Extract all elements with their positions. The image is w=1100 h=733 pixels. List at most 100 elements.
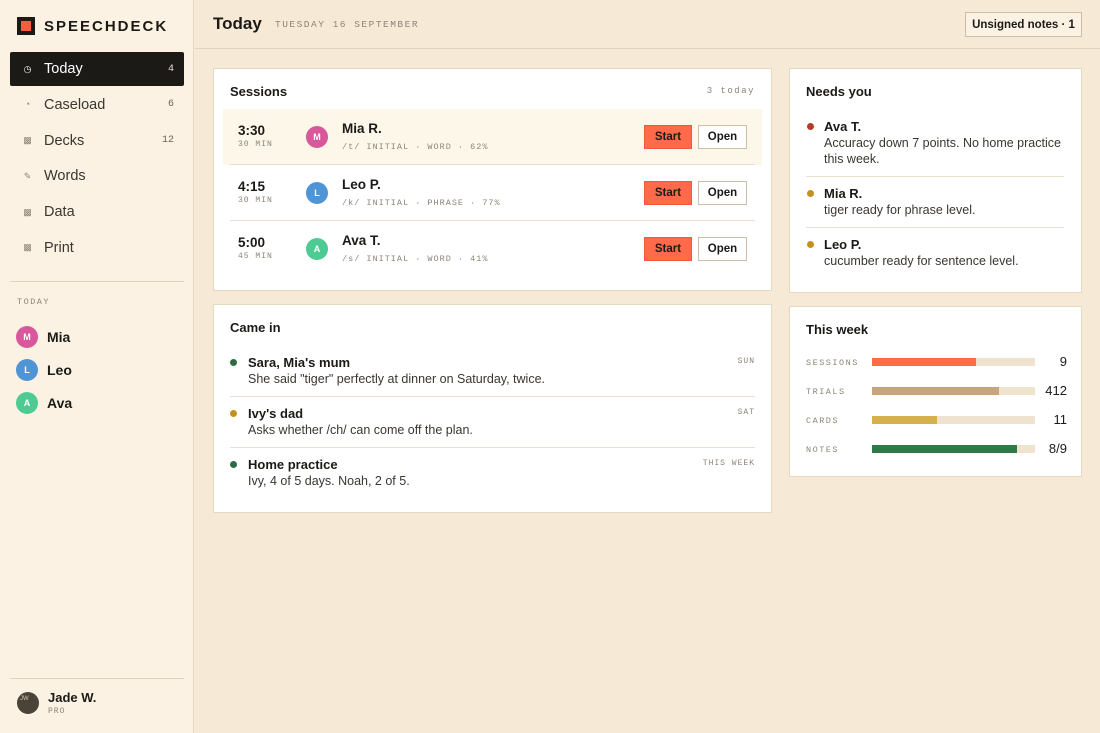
start-button[interactable]: Start (644, 125, 692, 149)
message-when: THIS WEEK (702, 459, 755, 468)
stat-value: 9 (1059, 354, 1067, 369)
message-text: Asks whether /ch/ can come off the plan. (248, 423, 473, 437)
came-in-card: Came in Sara, Mia's mum She said "tiger"… (213, 304, 772, 513)
sidebar-item-label: Caseload (44, 96, 106, 113)
sidebar-item-decks[interactable]: ▩ Decks 12 (10, 124, 184, 158)
session-row[interactable]: 4:15 30 MIN L Leo P. /k/ INITIAL · PHRAS… (223, 165, 762, 221)
message-when: SAT (737, 408, 755, 417)
sidebar-item-count: 6 (167, 99, 174, 111)
session-client-name: Leo P. (342, 177, 381, 192)
session-duration: 30 MIN (238, 140, 273, 149)
today-client-list: M Mia L Leo A Ava (16, 320, 72, 419)
row-divider (230, 396, 755, 397)
stat-label: TRIALS (806, 387, 846, 397)
session-detail: /t/ INITIAL · WORD · 62% (342, 142, 489, 152)
session-duration: 30 MIN (238, 196, 273, 205)
open-button[interactable]: Open (698, 181, 747, 205)
sidebar-item-words[interactable]: ✎ Words (10, 159, 184, 193)
pie-icon: ◔ (24, 99, 31, 110)
sidebar-divider (10, 678, 184, 679)
user-name: Jade W. (48, 690, 97, 705)
session-row[interactable]: 3:30 30 MIN M Mia R. /t/ INITIAL · WORD … (223, 109, 762, 165)
square-icon: ▩ (23, 242, 32, 253)
sidebar-item-today[interactable]: ◷ Today 4 (10, 52, 184, 86)
brand-logo-icon (17, 17, 35, 35)
sidebar-item-count: 4 (167, 63, 174, 75)
avatar: L (306, 182, 328, 204)
avatar: M (306, 126, 328, 148)
session-time: 4:15 (238, 179, 266, 194)
status-dot (230, 410, 237, 417)
row-divider (230, 447, 755, 448)
open-button[interactable]: Open (698, 237, 747, 261)
message-from: Home practice (248, 457, 338, 472)
unsigned-notes-button[interactable]: Unsigned notes · 1 (965, 12, 1082, 37)
clock-icon: ◷ (23, 63, 32, 74)
page-date: TUESDAY 16 SEPTEMBER (275, 19, 420, 30)
needs-text: cucumber ready for sentence level. (824, 254, 1019, 268)
sessions-title: Sessions (230, 84, 288, 99)
page-title: Today (213, 14, 262, 33)
stat-bar (872, 387, 1035, 395)
session-detail: /s/ INITIAL · WORD · 41% (342, 254, 489, 264)
brand-name: SPEECHDECK (44, 17, 169, 35)
stat-bar-fill (872, 416, 938, 424)
status-dot (807, 190, 814, 197)
stat-bar (872, 416, 1035, 424)
sidebar: SPEECHDECK ◷ Today 4 ◔ Caseload 6 ▩ Deck… (0, 0, 194, 733)
stat-bar-fill (872, 445, 1018, 453)
stat-bar (872, 445, 1035, 453)
stat-label: SESSIONS (806, 358, 859, 368)
this-week-title: This week (806, 322, 869, 337)
client-name: Ava (47, 394, 73, 411)
today-client-ava[interactable]: A Ava (16, 386, 72, 419)
today-client-mia[interactable]: M Mia (16, 320, 72, 353)
message-item[interactable]: Sara, Mia's mum She said "tiger" perfect… (230, 353, 755, 393)
user-role: PRO (48, 707, 66, 716)
status-dot (807, 123, 814, 130)
sidebar-item-label: Words (44, 168, 86, 185)
this-week-card: This week SESSIONS 9 TRIALS 412 CARDS 11… (789, 306, 1082, 477)
message-from: Sara, Mia's mum (248, 355, 351, 370)
sidebar-item-data[interactable]: ▩ Data (10, 195, 184, 229)
avatar: L (16, 358, 38, 381)
sidebar-item-label: Data (44, 204, 75, 221)
start-button[interactable]: Start (644, 181, 692, 205)
stat-label: CARDS (806, 416, 840, 426)
stat-bar (872, 358, 1035, 366)
session-detail: /k/ INITIAL · PHRASE · 77% (342, 198, 501, 208)
sessions-count: 3 today (706, 86, 755, 96)
sidebar-item-print[interactable]: ▩ Print (10, 231, 184, 265)
avatar: A (306, 238, 328, 260)
message-when: SUN (737, 357, 755, 366)
message-from: Ivy's dad (248, 406, 304, 421)
message-text: Ivy, 4 of 5 days. Noah, 2 of 5. (248, 474, 410, 488)
today-client-leo[interactable]: L Leo (16, 353, 72, 386)
came-in-title: Came in (230, 320, 281, 335)
stat-label: NOTES (806, 445, 840, 455)
client-name: Mia (47, 328, 71, 345)
sessions-card: Sessions 3 today 3:30 30 MIN M Mia R. /t… (213, 68, 772, 291)
status-dot (807, 241, 814, 248)
message-item[interactable]: Ivy's dad Asks whether /ch/ can come off… (230, 404, 755, 444)
session-row[interactable]: 5:00 45 MIN A Ava T. /s/ INITIAL · WORD … (223, 221, 762, 277)
user-profile[interactable]: JW Jade W. PRO (17, 690, 96, 716)
start-button[interactable]: Start (644, 237, 692, 261)
open-button[interactable]: Open (698, 125, 747, 149)
session-client-name: Mia R. (342, 121, 382, 136)
stat-value: 412 (1045, 383, 1067, 398)
sidebar-item-label: Today (44, 61, 83, 77)
needs-you-card: Needs you Ava T. Accuracy down 7 points.… (789, 68, 1082, 293)
sidebar-item-label: Decks (44, 132, 85, 149)
sidebar-item-label: Print (44, 239, 74, 256)
message-item[interactable]: Home practice Ivy, 4 of 5 days. Noah, 2 … (230, 455, 755, 495)
square-icon: ▩ (23, 135, 32, 146)
sidebar-divider (10, 281, 184, 282)
needs-name: Leo P. (824, 237, 862, 252)
session-duration: 45 MIN (238, 252, 273, 261)
session-time: 5:00 (238, 235, 266, 250)
message-text: She said "tiger" perfectly at dinner on … (248, 372, 545, 386)
brand[interactable]: SPEECHDECK (17, 17, 168, 35)
sidebar-item-count: 12 (161, 135, 174, 147)
sidebar-item-caseload[interactable]: ◔ Caseload 6 (10, 88, 184, 122)
